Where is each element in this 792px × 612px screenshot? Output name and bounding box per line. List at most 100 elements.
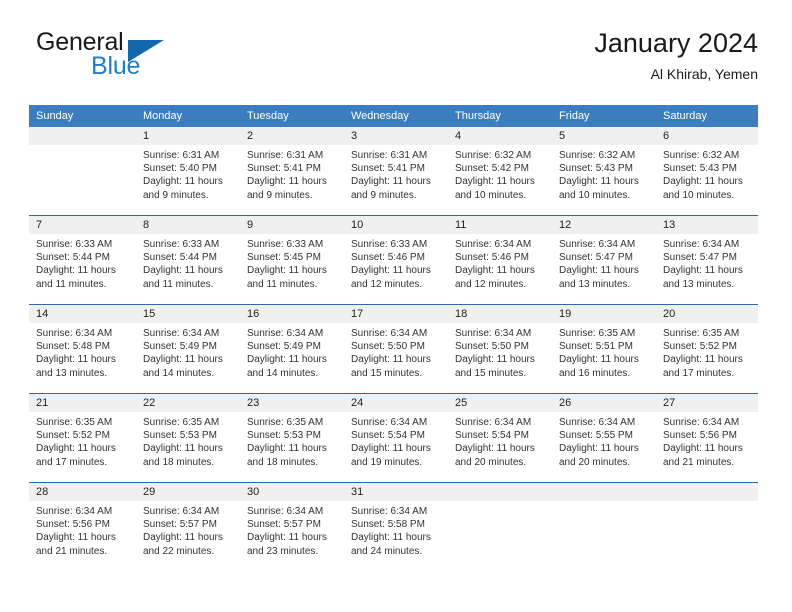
day-details: Sunrise: 6:34 AM Sunset: 5:54 PM Daylight:… (344, 412, 448, 469)
sunset-text: Sunset: 5:52 PM (36, 430, 110, 442)
day-number: 4 (448, 127, 552, 145)
calendar-day-cell[interactable]: 29 Sunrise: 6:34 AM Sunset: 5:57 PM Dayligh… (136, 482, 240, 571)
sunrise-text: Sunrise: 6:34 AM (455, 239, 532, 250)
sunrise-text: Sunrise: 6:34 AM (559, 239, 636, 250)
brand-logo[interactable]: General Blue (34, 28, 214, 90)
sunrise-text: Sunrise: 6:34 AM (351, 417, 428, 428)
day-cell-inner: 30 Sunrise: 6:34 AM Sunset: 5:57 PM Dayligh… (240, 483, 344, 571)
calendar-day-cell[interactable]: 24 Sunrise: 6:34 AM Sunset: 5:54 PM Dayligh… (344, 393, 448, 483)
calendar-day-cell[interactable]: 23 Sunrise: 6:35 AM Sunset: 5:53 PM Dayligh… (240, 393, 344, 483)
day-number: 23 (240, 394, 344, 412)
day-number: 1 (136, 127, 240, 145)
calendar-day-cell[interactable]: 5 Sunrise: 6:32 AM Sunset: 5:43 PM Daylight… (552, 127, 656, 216)
day-details: Sunrise: 6:33 AM Sunset: 5:44 PM Daylight:… (136, 234, 240, 291)
day-details: Sunrise: 6:31 AM Sunset: 5:40 PM Daylight:… (136, 145, 240, 202)
sunrise-text: Sunrise: 6:31 AM (351, 150, 428, 161)
calendar-day-cell[interactable]: 28 Sunrise: 6:34 AM Sunset: 5:56 PM Dayligh… (29, 482, 136, 571)
calendar-day-cell[interactable]: 14 Sunrise: 6:34 AM Sunset: 5:48 PM Dayligh… (29, 304, 136, 394)
sunrise-text: Sunrise: 6:33 AM (36, 239, 113, 250)
calendar-day-cell[interactable]: 25 Sunrise: 6:34 AM Sunset: 5:54 PM Dayligh… (448, 393, 552, 483)
day-number: 20 (656, 305, 758, 323)
sunrise-text: Sunrise: 6:34 AM (247, 506, 324, 517)
calendar-day-cell[interactable]: 30 Sunrise: 6:34 AM Sunset: 5:57 PM Dayligh… (240, 482, 344, 571)
calendar-day-cell[interactable]: 7 Sunrise: 6:33 AM Sunset: 5:44 PM Daylight… (29, 215, 136, 305)
calendar-day-cell[interactable]: 2 Sunrise: 6:31 AM Sunset: 5:41 PM Daylight… (240, 127, 344, 216)
day-cell-inner: 19 Sunrise: 6:35 AM Sunset: 5:51 PM Dayligh… (552, 305, 656, 393)
page-header: General Blue January 2024 Al Khirab, Yem… (34, 28, 758, 94)
day-details: Sunrise: 6:32 AM Sunset: 5:43 PM Daylight:… (552, 145, 656, 202)
day-number: 9 (240, 216, 344, 234)
daylight-text-line2: and 13 minutes. (559, 278, 631, 290)
daylight-text-line2: and 13 minutes. (36, 367, 108, 379)
sunrise-text: Sunrise: 6:34 AM (663, 239, 740, 250)
calendar-day-cell[interactable]: 15 Sunrise: 6:34 AM Sunset: 5:49 PM Dayligh… (136, 304, 240, 394)
day-number: 5 (552, 127, 656, 145)
calendar-day-cell[interactable]: 9 Sunrise: 6:33 AM Sunset: 5:45 PM Daylight… (240, 215, 344, 305)
calendar-day-cell[interactable]: 13 Sunrise: 6:34 AM Sunset: 5:47 PM Dayligh… (656, 215, 758, 305)
sunrise-text: Sunrise: 6:32 AM (455, 150, 532, 161)
day-number: 12 (552, 216, 656, 234)
sunset-text: Sunset: 5:46 PM (351, 252, 425, 264)
day-details: Sunrise: 6:31 AM Sunset: 5:41 PM Daylight:… (240, 145, 344, 202)
daylight-text-line1: Daylight: 11 hours (663, 176, 743, 188)
sunset-text: Sunset: 5:52 PM (663, 341, 737, 353)
sunset-text: Sunset: 5:50 PM (455, 341, 529, 353)
calendar-day-cell[interactable]: 4 Sunrise: 6:32 AM Sunset: 5:42 PM Daylight… (448, 127, 552, 216)
calendar-week-row: 21 Sunrise: 6:35 AM Sunset: 5:52 PM Dayligh… (29, 393, 758, 483)
calendar-day-cell[interactable]: 1 Sunrise: 6:31 AM Sunset: 5:40 PM Daylight… (136, 127, 240, 216)
weekday-header-monday: Monday (136, 105, 240, 127)
day-details: Sunrise: 6:31 AM Sunset: 5:41 PM Daylight:… (344, 145, 448, 202)
calendar-day-cell[interactable]: 12 Sunrise: 6:34 AM Sunset: 5:47 PM Dayligh… (552, 215, 656, 305)
calendar-day-cell[interactable]: 21 Sunrise: 6:35 AM Sunset: 5:52 PM Dayligh… (29, 393, 136, 483)
sunrise-text: Sunrise: 6:31 AM (247, 150, 324, 161)
daylight-text-line2: and 19 minutes. (351, 456, 423, 468)
daylight-text-line2: and 21 minutes. (663, 456, 735, 468)
day-cell-inner: 21 Sunrise: 6:35 AM Sunset: 5:52 PM Dayligh… (29, 394, 136, 482)
sunset-text: Sunset: 5:40 PM (143, 163, 217, 175)
calendar-day-cell[interactable]: 10 Sunrise: 6:33 AM Sunset: 5:46 PM Dayligh… (344, 215, 448, 305)
calendar-day-cell[interactable]: 16 Sunrise: 6:34 AM Sunset: 5:49 PM Dayligh… (240, 304, 344, 394)
day-details: Sunrise: 6:32 AM Sunset: 5:43 PM Daylight:… (656, 145, 758, 202)
day-details: Sunrise: 6:35 AM Sunset: 5:53 PM Daylight:… (240, 412, 344, 469)
daylight-text-line2: and 14 minutes. (247, 367, 319, 379)
day-details: Sunrise: 6:34 AM Sunset: 5:50 PM Daylight:… (448, 323, 552, 380)
day-details: Sunrise: 6:34 AM Sunset: 5:47 PM Daylight:… (656, 234, 758, 291)
day-cell-inner: 24 Sunrise: 6:34 AM Sunset: 5:54 PM Dayligh… (344, 394, 448, 482)
sunrise-text: Sunrise: 6:35 AM (36, 417, 113, 428)
sunrise-text: Sunrise: 6:34 AM (455, 417, 532, 428)
calendar-day-cell[interactable]: 20 Sunrise: 6:35 AM Sunset: 5:52 PM Dayligh… (656, 304, 758, 394)
calendar-day-cell[interactable]: 22 Sunrise: 6:35 AM Sunset: 5:53 PM Dayligh… (136, 393, 240, 483)
daylight-text-line2: and 20 minutes. (559, 456, 631, 468)
day-cell-inner: 11 Sunrise: 6:34 AM Sunset: 5:46 PM Dayligh… (448, 216, 552, 304)
calendar-day-cell[interactable]: 19 Sunrise: 6:35 AM Sunset: 5:51 PM Dayligh… (552, 304, 656, 394)
day-details: Sunrise: 6:34 AM Sunset: 5:47 PM Daylight:… (552, 234, 656, 291)
calendar-day-cell[interactable]: 18 Sunrise: 6:34 AM Sunset: 5:50 PM Dayligh… (448, 304, 552, 394)
calendar-table: Sunday Monday Tuesday Wednesday Thursday… (29, 105, 758, 571)
day-number: 15 (136, 305, 240, 323)
day-number: 26 (552, 394, 656, 412)
weekday-header-tuesday: Tuesday (240, 105, 344, 127)
day-cell-inner: 13 Sunrise: 6:34 AM Sunset: 5:47 PM Dayligh… (656, 216, 758, 304)
daylight-text-line1: Daylight: 11 hours (351, 354, 431, 366)
day-number: 28 (29, 483, 136, 501)
calendar-day-cell[interactable]: 8 Sunrise: 6:33 AM Sunset: 5:44 PM Daylight… (136, 215, 240, 305)
sunrise-text: Sunrise: 6:33 AM (351, 239, 428, 250)
day-cell-inner: 16 Sunrise: 6:34 AM Sunset: 5:49 PM Dayligh… (240, 305, 344, 393)
daylight-text-line1: Daylight: 11 hours (247, 443, 327, 455)
calendar-day-cell[interactable]: 17 Sunrise: 6:34 AM Sunset: 5:50 PM Dayligh… (344, 304, 448, 394)
daylight-text-line1: Daylight: 11 hours (351, 176, 431, 188)
calendar-day-cell[interactable]: 11 Sunrise: 6:34 AM Sunset: 5:46 PM Dayligh… (448, 215, 552, 305)
calendar-day-cell[interactable]: 6 Sunrise: 6:32 AM Sunset: 5:43 PM Daylight… (656, 127, 758, 216)
day-details: Sunrise: 6:34 AM Sunset: 5:54 PM Daylight:… (448, 412, 552, 469)
calendar-day-cell[interactable]: 3 Sunrise: 6:31 AM Sunset: 5:41 PM Daylight… (344, 127, 448, 216)
day-number: 30 (240, 483, 344, 501)
calendar-day-cell[interactable]: 27 Sunrise: 6:34 AM Sunset: 5:56 PM Dayligh… (656, 393, 758, 483)
day-cell-inner: 25 Sunrise: 6:34 AM Sunset: 5:54 PM Dayligh… (448, 394, 552, 482)
day-details: Sunrise: 6:34 AM Sunset: 5:46 PM Daylight:… (448, 234, 552, 291)
calendar-page: General Blue January 2024 Al Khirab, Yem… (0, 0, 792, 612)
weekday-header-sunday: Sunday (29, 105, 136, 127)
calendar-day-cell[interactable]: 26 Sunrise: 6:34 AM Sunset: 5:55 PM Dayligh… (552, 393, 656, 483)
daylight-text-line2: and 15 minutes. (455, 367, 527, 379)
calendar-day-cell[interactable]: 31 Sunrise: 6:34 AM Sunset: 5:58 PM Dayligh… (344, 482, 448, 571)
daylight-text-line2: and 10 minutes. (663, 189, 735, 201)
